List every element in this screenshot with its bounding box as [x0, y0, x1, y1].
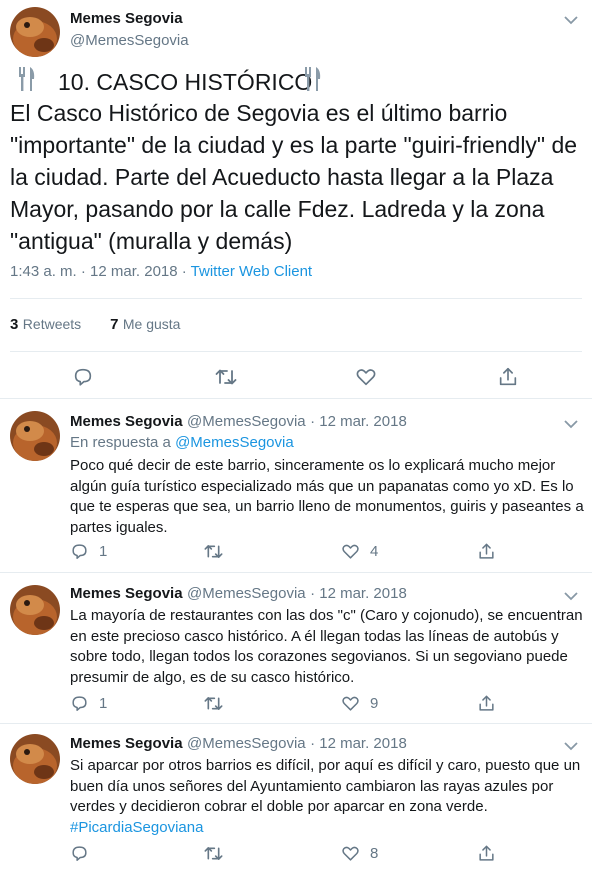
share-button[interactable] [477, 694, 496, 713]
author-name[interactable]: Memes Segovia [70, 10, 183, 27]
tweet-date[interactable]: · 12 mar. 2018 [310, 413, 407, 430]
share-icon [479, 543, 494, 559]
chevron-down-icon[interactable] [564, 12, 578, 30]
avatar[interactable] [10, 7, 60, 57]
retweet-icon [204, 545, 223, 558]
chevron-down-icon[interactable] [564, 738, 578, 756]
reply-context-prefix: En respuesta a [70, 434, 176, 451]
retweets-label: Retweets [22, 316, 82, 332]
retweet-icon [215, 369, 237, 385]
retweet-icon [204, 847, 223, 860]
reply-text: La mayoría de restaurantes con las dos "… [70, 607, 583, 686]
reply-icon [72, 846, 87, 861]
chevron-down-icon[interactable] [564, 416, 578, 434]
retweet-button[interactable] [203, 542, 234, 561]
like-button[interactable]: 8 [341, 844, 378, 863]
heart-icon [356, 369, 376, 386]
divider [10, 298, 582, 299]
avatar[interactable] [10, 411, 60, 461]
tweet-text: El Casco Histórico de Segovia es el últi… [10, 100, 578, 254]
retweets-stat[interactable]: 3 Retweets [10, 316, 81, 333]
reply-button[interactable]: 1 [70, 694, 107, 713]
like-button[interactable] [355, 366, 377, 393]
like-count: 4 [370, 543, 379, 560]
reply-icon [72, 696, 87, 711]
reply-header: Memes Segovia @MemesSegovia · 12 mar. 20… [70, 735, 407, 753]
fork-knife-icon [303, 66, 323, 97]
author-name[interactable]: Memes Segovia [70, 413, 183, 430]
reply-text-block: Si aparcar por otros barrios es difícil,… [70, 756, 584, 838]
fork-knife-icon [17, 66, 37, 97]
reply-context: En respuesta a @MemesSegovia [70, 434, 294, 451]
retweet-icon [204, 697, 223, 710]
like-button[interactable]: 4 [341, 542, 378, 561]
main-tweet: Memes Segovia @MemesSegovia 10. CASCO HI… [0, 0, 592, 392]
share-button[interactable] [477, 844, 496, 863]
reply-text: Si aparcar por otros barrios es difícil,… [70, 757, 581, 815]
share-button[interactable] [497, 366, 519, 393]
like-count: 9 [370, 695, 379, 712]
reply-to-handle[interactable]: @MemesSegovia [175, 434, 294, 451]
author-handle[interactable]: @MemesSegovia [187, 585, 306, 602]
reply-header: Memes Segovia @MemesSegovia · 12 mar. 20… [70, 585, 407, 603]
heart-icon [342, 696, 359, 711]
reply-text: Poco qué decir de este barrio, sincerame… [70, 457, 584, 536]
retweet-button[interactable] [203, 844, 234, 863]
reply-tweet[interactable]: Memes Segovia @MemesSegovia · 12 mar. 20… [0, 399, 592, 571]
chevron-down-icon[interactable] [564, 588, 578, 606]
reply-tweet[interactable]: Memes Segovia @MemesSegovia · 12 mar. 20… [0, 724, 592, 888]
reply-button[interactable] [70, 844, 99, 863]
author-handle[interactable]: @MemesSegovia [187, 413, 306, 430]
reply-button[interactable]: 1 [70, 542, 107, 561]
reply-count: 1 [99, 695, 108, 712]
reply-icon [74, 368, 92, 386]
reply-count: 1 [99, 543, 108, 560]
tweet-date[interactable]: · 12 mar. 2018 [310, 735, 407, 752]
retweet-button[interactable] [214, 366, 238, 393]
avatar[interactable] [10, 585, 60, 635]
retweets-count: 3 [10, 316, 19, 333]
avatar[interactable] [10, 734, 60, 784]
share-icon [499, 367, 517, 386]
reply-tweet[interactable]: Memes Segovia @MemesSegovia · 12 mar. 20… [0, 573, 592, 723]
retweet-button[interactable] [203, 694, 234, 713]
tweet-time[interactable]: 1:43 a. m. · 12 mar. 2018 · [10, 263, 191, 280]
tweet-date[interactable]: · 12 mar. 2018 [310, 585, 407, 602]
author-name[interactable]: Memes Segovia [70, 585, 183, 602]
author-handle[interactable]: @MemesSegovia [70, 32, 189, 49]
like-button[interactable]: 9 [341, 694, 378, 713]
like-count: 8 [370, 845, 379, 862]
author-handle[interactable]: @MemesSegovia [187, 735, 306, 752]
hashtag-link[interactable]: #PicardiaSegoviana [70, 819, 203, 836]
likes-stat[interactable]: 7 Me gusta [110, 316, 180, 333]
likes-count: 7 [110, 316, 119, 333]
divider [10, 351, 582, 352]
share-icon [479, 845, 494, 861]
heart-icon [342, 544, 359, 559]
tweet-timestamp: 1:43 a. m. · 12 mar. 2018 · Twitter Web … [10, 263, 312, 280]
tweet-client[interactable]: Twitter Web Client [191, 263, 312, 280]
author-name[interactable]: Memes Segovia [70, 735, 183, 752]
share-icon [479, 695, 494, 711]
reply-button[interactable] [72, 366, 94, 393]
tweet-title: 10. CASCO HISTÓRICO [58, 69, 313, 95]
likes-label: Me gusta [122, 316, 181, 332]
heart-icon [342, 846, 359, 861]
tweet-stats: 3 Retweets 7 Me gusta [10, 316, 180, 334]
reply-icon [72, 544, 87, 559]
reply-header: Memes Segovia @MemesSegovia · 12 mar. 20… [70, 413, 407, 431]
share-button[interactable] [477, 542, 496, 561]
